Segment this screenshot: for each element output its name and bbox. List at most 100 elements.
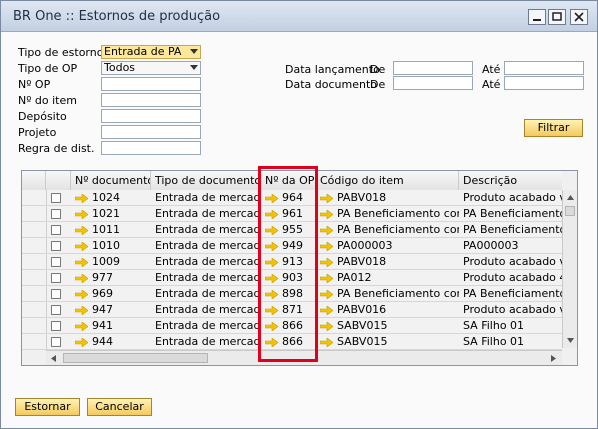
row-selector[interactable] bbox=[22, 270, 47, 285]
scroll-right-icon[interactable] bbox=[546, 351, 561, 366]
cancelar-button[interactable]: Cancelar bbox=[87, 398, 152, 416]
row-checkbox[interactable] bbox=[51, 257, 61, 267]
cell-no-documento: 1010 bbox=[71, 238, 151, 254]
cell-descricao: Produto acabado v33 bbox=[463, 191, 562, 204]
row-checkbox[interactable] bbox=[51, 241, 61, 251]
link-arrow-icon[interactable] bbox=[75, 273, 88, 283]
link-arrow-icon[interactable] bbox=[75, 209, 88, 219]
cell-text: 1021 bbox=[92, 207, 120, 220]
tipo-op-select[interactable]: Todos bbox=[101, 61, 201, 75]
data-documento-ate-input[interactable] bbox=[504, 76, 584, 90]
link-arrow-icon[interactable] bbox=[75, 241, 88, 251]
maximize-button[interactable] bbox=[548, 9, 566, 25]
row-selector[interactable] bbox=[22, 334, 47, 349]
cell-no-documento: 977 bbox=[71, 270, 151, 286]
link-arrow-icon[interactable] bbox=[75, 305, 88, 315]
vertical-scrollbar[interactable] bbox=[562, 190, 578, 348]
deposito-input[interactable] bbox=[101, 109, 201, 123]
link-arrow-icon[interactable] bbox=[320, 305, 333, 315]
projeto-label: Projeto bbox=[18, 126, 57, 139]
link-arrow-icon[interactable] bbox=[75, 193, 88, 203]
link-arrow-icon[interactable] bbox=[320, 257, 333, 267]
regra-label: Regra de dist. bbox=[18, 142, 95, 155]
tipo-estorno-select[interactable]: Entrada de PA bbox=[101, 45, 201, 59]
scroll-up-icon[interactable] bbox=[563, 190, 578, 205]
cell-no-documento: 944 bbox=[71, 334, 151, 350]
cell-codigo-item: PA Beneficiamento compra bbox=[316, 222, 459, 238]
header-tipo-documento[interactable]: Tipo de documento bbox=[151, 171, 261, 190]
link-arrow-icon[interactable] bbox=[75, 337, 88, 347]
row-checkbox[interactable] bbox=[51, 273, 61, 283]
row-selector[interactable] bbox=[22, 222, 47, 237]
header-no-documento[interactable]: Nº documento bbox=[71, 171, 151, 190]
row-checkbox[interactable] bbox=[51, 225, 61, 235]
close-button[interactable] bbox=[570, 9, 588, 25]
link-arrow-icon[interactable] bbox=[320, 209, 333, 219]
link-arrow-icon[interactable] bbox=[320, 337, 333, 347]
cell-text: PA Beneficiamento compra bbox=[337, 223, 459, 236]
row-selector[interactable] bbox=[22, 286, 47, 301]
row-selector[interactable] bbox=[22, 206, 47, 221]
vertical-scroll-thumb[interactable] bbox=[565, 206, 575, 216]
cell-codigo-item: SABV015 bbox=[316, 318, 459, 334]
filtrar-button[interactable]: Filtrar bbox=[524, 119, 583, 137]
row-checkbox[interactable] bbox=[51, 289, 61, 299]
scroll-down-icon[interactable] bbox=[563, 333, 578, 348]
link-arrow-icon[interactable] bbox=[320, 225, 333, 235]
cell-text: PABV016 bbox=[337, 303, 387, 316]
row-checkbox[interactable] bbox=[51, 193, 61, 203]
cell-no-documento: 969 bbox=[71, 286, 151, 302]
link-arrow-icon[interactable] bbox=[320, 273, 333, 283]
cell-tipo-documento: Entrada de mercadoria bbox=[155, 287, 261, 300]
scroll-left-icon[interactable] bbox=[46, 351, 61, 366]
data-lancamento-label: Data lançamento bbox=[285, 63, 380, 76]
link-arrow-icon[interactable] bbox=[320, 241, 333, 251]
horizontal-scroll-thumb[interactable] bbox=[63, 353, 208, 363]
row-checkbox[interactable] bbox=[51, 321, 61, 331]
row-selector[interactable] bbox=[22, 302, 47, 317]
row-checkbox[interactable] bbox=[51, 337, 61, 347]
row-selector[interactable] bbox=[22, 318, 47, 333]
no-item-input[interactable] bbox=[101, 93, 201, 107]
header-descricao[interactable]: Descrição bbox=[459, 171, 562, 190]
link-arrow-icon[interactable] bbox=[75, 289, 88, 299]
header-codigo-item[interactable]: Código do item bbox=[316, 171, 459, 190]
cell-descricao: PA Beneficiamento co bbox=[463, 223, 562, 236]
cell-text: PA Beneficiamento compra bbox=[337, 207, 459, 220]
row-selector[interactable] bbox=[22, 254, 47, 269]
minimize-button[interactable] bbox=[528, 9, 546, 25]
cell-descricao: PA Beneficiamento co bbox=[463, 207, 562, 220]
link-arrow-icon[interactable] bbox=[320, 193, 333, 203]
link-arrow-icon[interactable] bbox=[320, 289, 333, 299]
row-checkbox[interactable] bbox=[51, 305, 61, 315]
cell-tipo-documento: Entrada de mercadoria bbox=[155, 303, 261, 316]
data-lancamento-ate-input[interactable] bbox=[504, 61, 584, 75]
regra-input[interactable] bbox=[101, 141, 201, 155]
close-icon bbox=[574, 12, 584, 22]
cell-tipo-documento: Entrada de mercadoria bbox=[155, 223, 261, 236]
link-arrow-icon[interactable] bbox=[75, 257, 88, 267]
estornar-button[interactable]: Estornar bbox=[15, 398, 80, 416]
data-lancamento-de-input[interactable] bbox=[393, 61, 473, 75]
cell-tipo-documento: Entrada de mercadoria bbox=[155, 207, 261, 220]
link-arrow-icon[interactable] bbox=[320, 321, 333, 331]
tipo-estorno-value: Entrada de PA bbox=[104, 45, 182, 58]
row-selector[interactable] bbox=[22, 190, 47, 205]
no-op-input[interactable] bbox=[101, 77, 201, 91]
data-documento-ate-label: Até bbox=[482, 78, 501, 91]
data-documento-de-input[interactable] bbox=[393, 76, 473, 90]
cell-codigo-item: PA000003 bbox=[316, 238, 459, 254]
cell-text: 1024 bbox=[92, 191, 120, 204]
cell-descricao: Produto acabado v33 bbox=[463, 255, 562, 268]
link-arrow-icon[interactable] bbox=[75, 321, 88, 331]
dropdown-caret-icon bbox=[190, 65, 198, 70]
cell-descricao: PA000003 bbox=[463, 239, 519, 252]
cell-no-documento: 1021 bbox=[71, 206, 151, 222]
cell-text: 947 bbox=[92, 303, 113, 316]
main-window: BR One :: Estornos de produção Tipo de e… bbox=[0, 0, 598, 429]
row-checkbox[interactable] bbox=[51, 209, 61, 219]
link-arrow-icon[interactable] bbox=[75, 225, 88, 235]
row-selector[interactable] bbox=[22, 238, 47, 253]
data-lancamento-ate-label: Até bbox=[482, 63, 501, 76]
projeto-input[interactable] bbox=[101, 125, 201, 139]
